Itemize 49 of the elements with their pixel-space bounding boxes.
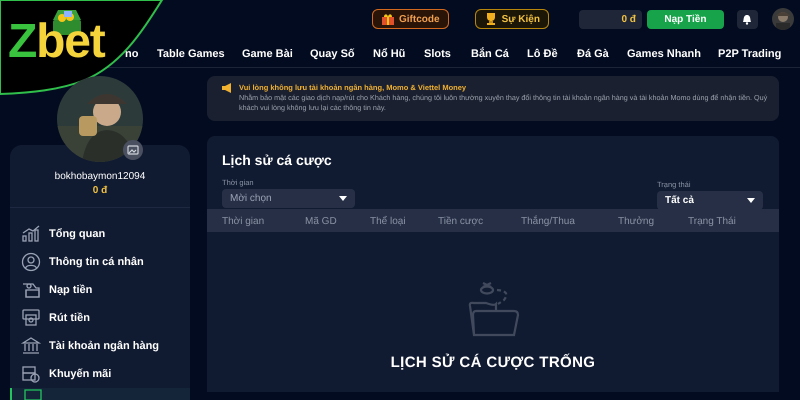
event-button[interactable]: Sự Kiện: [474, 9, 549, 29]
nav-link[interactable]: P2P Trading: [718, 46, 782, 62]
column-header: Tiền cược: [438, 215, 484, 229]
column-header: Thời gian: [222, 215, 264, 229]
username: bokhobaymon12094: [54, 170, 146, 184]
caret-icon: [339, 196, 347, 201]
atm-icon: [21, 308, 41, 328]
nav-link[interactable]: Game Bài: [242, 46, 293, 62]
user-icon: [21, 252, 41, 272]
bank-icon: [21, 336, 41, 356]
image-icon: [127, 145, 139, 155]
chart-icon: [21, 225, 41, 243]
notification-button[interactable]: [736, 10, 758, 28]
bell-icon: [741, 13, 754, 25]
gift-icon: [381, 12, 395, 26]
filter-dropdown[interactable]: Mời chọn: [222, 189, 355, 208]
column-header: Trạng Thái: [688, 215, 736, 229]
column-header: Thưởng: [618, 215, 654, 229]
ticket-icon: [23, 388, 43, 400]
sidebar-item[interactable]: Khuyến mãi: [10, 360, 190, 388]
nav-link[interactable]: Slots: [424, 46, 451, 62]
nav-link[interactable]: Đá Gà: [577, 46, 609, 62]
balance-field: 0 đ: [578, 10, 642, 28]
sidebar-item[interactable]: Tổng quan: [10, 220, 190, 248]
account-balance: 0 đ: [92, 184, 108, 198]
coupon-icon: [21, 364, 41, 384]
sidebar-item[interactable]: [10, 388, 190, 400]
nav-link[interactable]: Quay Số: [310, 46, 355, 62]
empty-state-text: LỊCH SỬ CÁ CƯỢC TRỐNG: [390, 352, 596, 373]
column-header: Thắng/Thua: [521, 214, 575, 229]
nav-link[interactable]: Nổ Hũ: [373, 46, 406, 62]
nav-link[interactable]: Lô Đề: [527, 46, 558, 62]
nav-link[interactable]: Table Games: [157, 46, 225, 62]
caret-icon: [747, 198, 755, 203]
history-title: Lịch sử cá cược: [221, 151, 333, 169]
sidebar-item[interactable]: Nạp tiền: [10, 276, 190, 304]
column-header: Thể loại: [370, 214, 406, 229]
wallet-icon: [21, 281, 41, 299]
filter-dropdown[interactable]: Tất cả: [657, 191, 763, 210]
nav-link[interactable]: Bắn Cá: [471, 46, 509, 62]
nav-link[interactable]: no: [125, 46, 138, 62]
column-header: Mã GD: [305, 215, 337, 229]
giftcode-button[interactable]: Giftcode: [372, 9, 449, 29]
sidebar-item[interactable]: Tài khoản ngân hàng: [10, 332, 190, 360]
logo-text[interactable]: Zbet: [8, 18, 105, 66]
sidebar-item[interactable]: Thông tin cá nhân: [10, 248, 190, 276]
megaphone-icon: [221, 83, 233, 93]
sidebar-item[interactable]: Rút tiền: [10, 304, 190, 332]
nav-link[interactable]: Games Nhanh: [627, 46, 701, 62]
